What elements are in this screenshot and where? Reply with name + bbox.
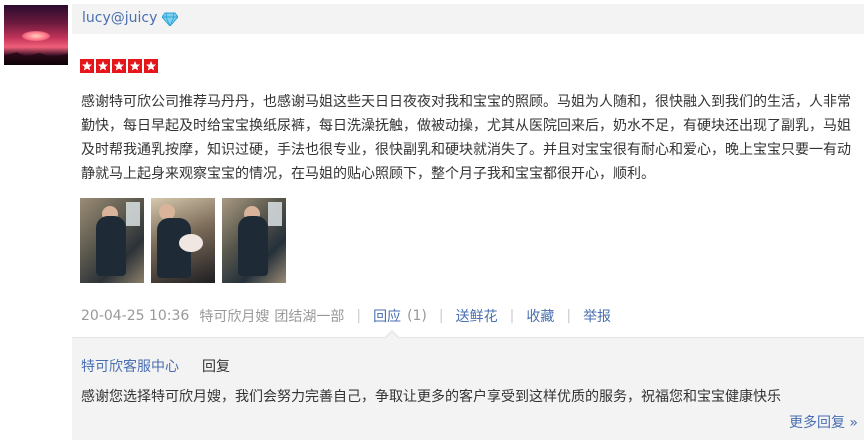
avatar-sun bbox=[22, 31, 50, 41]
divider: | bbox=[509, 308, 515, 324]
review-location: 团结湖一部 bbox=[274, 309, 345, 325]
avatar-horizon bbox=[4, 52, 68, 65]
photo-person bbox=[238, 216, 268, 276]
review-text: 感谢特可欣公司推荐马丹丹，也感谢马姐这些天日日夜夜对我和宝宝的照顾。马姐为人随和… bbox=[81, 94, 851, 182]
reply-text: 感谢您选择特可欣月嫂，我们会努力完善自己，争取让更多的客户享受到这样优质的服务，… bbox=[81, 389, 781, 405]
reply-action-button[interactable]: 回复 bbox=[202, 356, 230, 376]
review-meta: 20-04-25 10:36 特可欣月嫂 团结湖一部 | 回应 (1) | 送鲜… bbox=[81, 306, 611, 326]
favorite-button[interactable]: 收藏 bbox=[526, 306, 554, 326]
divider: | bbox=[438, 308, 444, 324]
review-service: 特可欣月嫂 bbox=[199, 309, 270, 325]
username-link[interactable]: lucy@juicy bbox=[82, 10, 157, 26]
reply-author-link[interactable]: 特可欣客服中心 bbox=[81, 356, 179, 376]
divider: | bbox=[566, 308, 572, 324]
send-flower-button[interactable]: 送鲜花 bbox=[456, 306, 498, 326]
review-photos bbox=[80, 198, 286, 283]
reply-box: 特可欣客服中心 回复 感谢您选择特可欣月嫂，我们会努力完善自己，争取让更多的客户… bbox=[72, 337, 864, 440]
diamond-icon bbox=[161, 11, 179, 27]
photo-baby bbox=[179, 234, 203, 252]
star-icon bbox=[128, 59, 142, 73]
review-header: lucy@juicy bbox=[72, 4, 864, 34]
star-icon bbox=[80, 59, 94, 73]
reply-count: (1) bbox=[407, 308, 427, 324]
review-datetime: 20-04-25 10:36 bbox=[81, 308, 190, 324]
more-replies-link[interactable]: 更多回复 » bbox=[789, 412, 858, 432]
report-button[interactable]: 举报 bbox=[583, 306, 611, 326]
star-icon bbox=[112, 59, 126, 73]
photo-window bbox=[268, 202, 282, 226]
review-photo[interactable] bbox=[151, 198, 215, 283]
star-icon bbox=[96, 59, 110, 73]
divider: | bbox=[356, 308, 362, 324]
reply-button[interactable]: 回应 bbox=[373, 306, 401, 326]
star-icon bbox=[144, 59, 158, 73]
reply-box-pointer-inner bbox=[385, 332, 399, 339]
avatar[interactable] bbox=[4, 5, 68, 65]
review-photo[interactable] bbox=[222, 198, 286, 283]
photo-person bbox=[96, 216, 126, 276]
photo-window bbox=[126, 202, 140, 226]
rating-stars bbox=[80, 59, 158, 73]
review-photo[interactable] bbox=[80, 198, 144, 283]
